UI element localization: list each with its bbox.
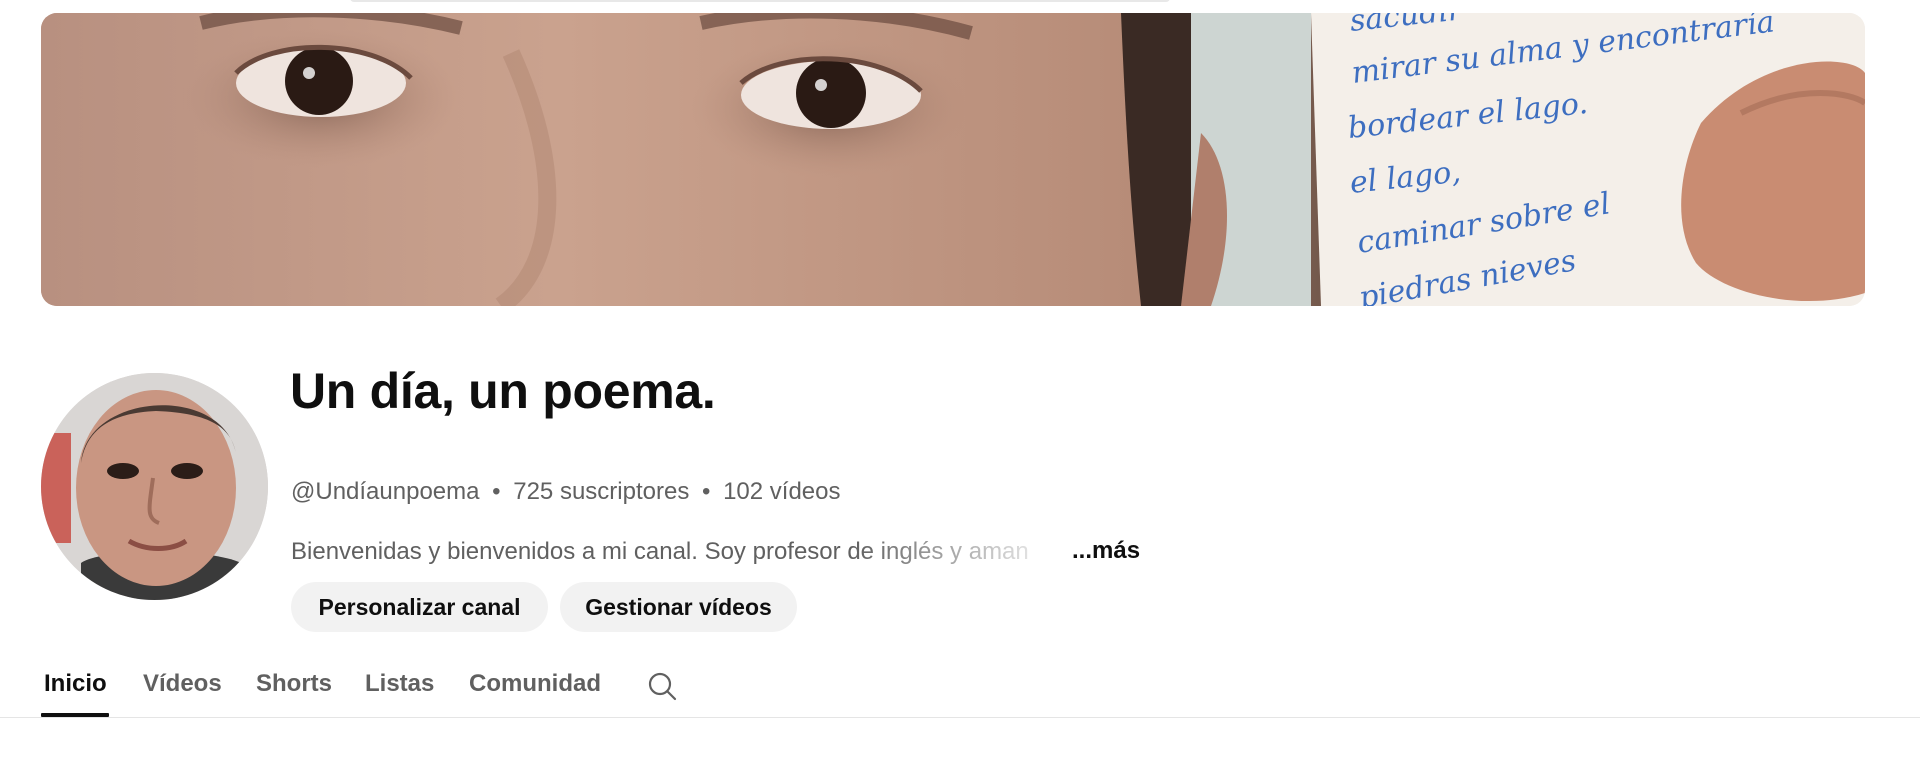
channel-banner: sacudir mirar su alma y encontraría bord… — [41, 13, 1865, 306]
tab-comunidad[interactable]: Comunidad — [469, 670, 601, 698]
channel-meta: @Undíaunpoema • 725 suscriptores • 102 v… — [291, 478, 841, 506]
manage-videos-button[interactable]: Gestionar vídeos — [560, 582, 797, 632]
meta-separator: • — [492, 478, 501, 505]
subscriber-count: 725 suscriptores — [513, 478, 690, 505]
channel-title: Un día, un poema. — [290, 363, 716, 419]
more-link[interactable]: ...más — [1072, 537, 1140, 565]
channel-description-text: Bienvenidas y bienvenidos a mi canal. So… — [291, 538, 1029, 565]
tab-shorts[interactable]: Shorts — [256, 670, 332, 698]
channel-handle: @Undíaunpoema — [291, 478, 480, 505]
tab-listas[interactable]: Listas — [365, 670, 434, 698]
channel-avatar[interactable] — [41, 373, 268, 600]
search-icon[interactable] — [646, 670, 678, 702]
tabs-divider — [0, 717, 1920, 718]
tab-inicio[interactable]: Inicio — [44, 670, 107, 698]
video-count: 102 vídeos — [723, 478, 841, 505]
meta-separator: • — [702, 478, 711, 505]
search-bar-edge — [350, 0, 1170, 2]
customize-channel-button[interactable]: Personalizar canal — [291, 582, 548, 632]
tab-videos[interactable]: Vídeos — [143, 670, 222, 698]
channel-tabs: Inicio Vídeos Shorts Listas Comunidad — [0, 655, 1920, 718]
channel-description[interactable]: Bienvenidas y bienvenidos a mi canal. So… — [291, 538, 1071, 568]
